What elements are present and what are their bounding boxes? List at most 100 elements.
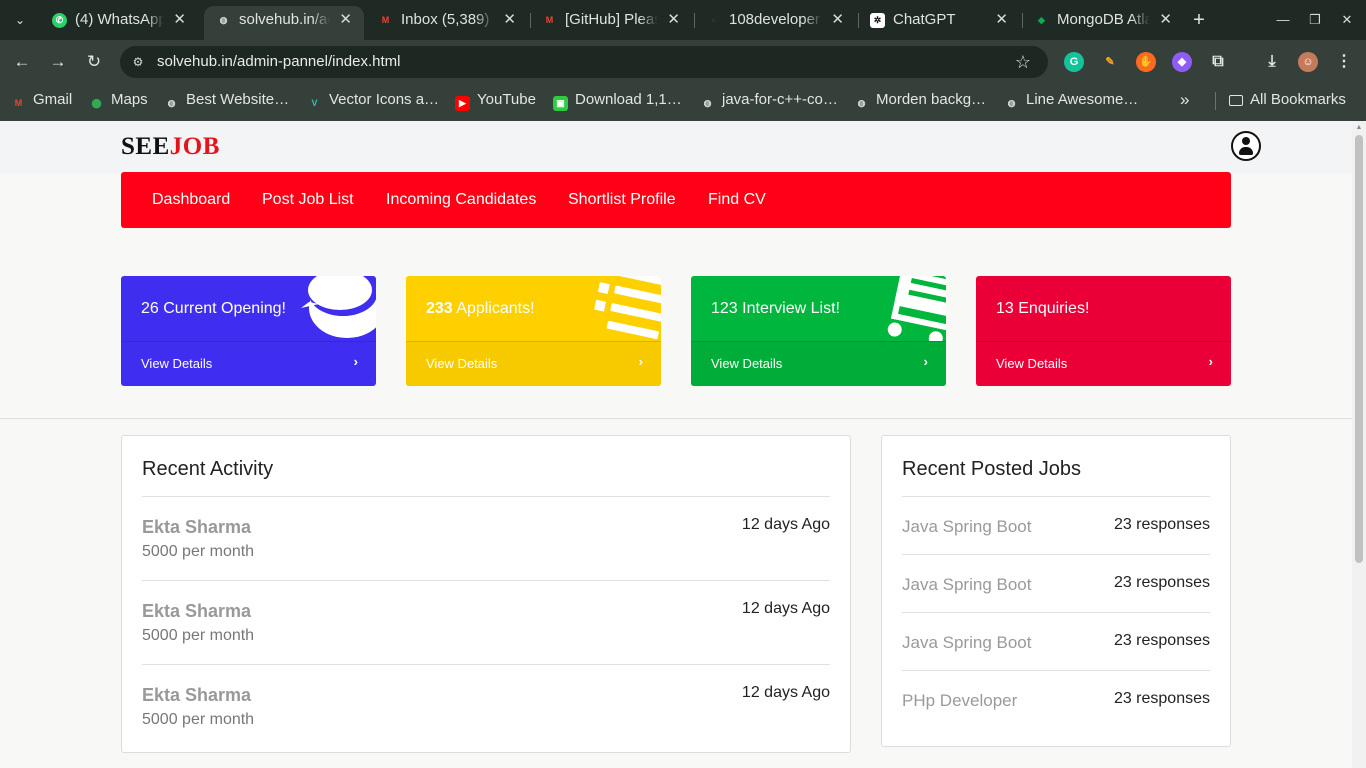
profile-avatar[interactable]: ☺ xyxy=(1298,52,1318,72)
bookmark-star-icon[interactable]: ☆ xyxy=(1012,51,1034,73)
card-count: 123 xyxy=(711,300,738,317)
page-scrollbar[interactable]: ▲ xyxy=(1352,121,1366,768)
job-title[interactable]: PHp Developer xyxy=(902,691,1017,711)
tab-search-chevron-icon[interactable]: ⌄ xyxy=(8,8,32,32)
card-label: Current Opening! xyxy=(163,300,286,317)
bookmark-download[interactable]: ▣ Download 1,1… xyxy=(553,84,682,116)
address-bar[interactable]: ⚙ solvehub.in/admin-pannel/index.html ☆ xyxy=(120,46,1048,78)
site-logo[interactable]: SEEJOB xyxy=(121,133,220,161)
bookmark-vector-icons[interactable]: V Vector Icons a… xyxy=(307,84,439,116)
activity-time: 12 days Ago xyxy=(741,600,830,617)
globe-icon: ◍ xyxy=(167,98,176,108)
activity-detail: 5000 per month xyxy=(142,711,255,728)
bookmark-line-awesome[interactable]: ◍ Line Awesome… xyxy=(1004,84,1139,116)
card-footer[interactable]: View Details › xyxy=(406,341,661,386)
job-title[interactable]: Java Spring Boot xyxy=(902,517,1031,537)
job-responses: 23 responses xyxy=(1113,516,1210,533)
bookmark-morden-background[interactable]: ◍ Morden backg… xyxy=(854,84,987,116)
card-count: 13 xyxy=(996,300,1014,317)
close-tab-icon[interactable]: ✕ xyxy=(173,6,186,34)
download-icon[interactable]: ⤓ xyxy=(1262,52,1282,72)
bookmark-youtube[interactable]: ▶ YouTube xyxy=(455,84,536,116)
extension-gem-icon[interactable]: ◆ xyxy=(1172,52,1192,72)
nav-incoming-candidates[interactable]: Incoming Candidates xyxy=(386,172,536,228)
job-responses: 23 responses xyxy=(1113,632,1210,649)
extensions-puzzle-icon[interactable]: ⧉ xyxy=(1208,52,1228,72)
gmail-icon: M xyxy=(14,98,23,108)
card-footer[interactable]: View Details › xyxy=(121,341,376,386)
close-tab-icon[interactable]: ✕ xyxy=(667,6,680,34)
view-details-link[interactable]: View Details xyxy=(996,356,1067,371)
close-tab-icon[interactable]: ✕ xyxy=(995,6,1008,34)
job-title[interactable]: Java Spring Boot xyxy=(902,575,1031,595)
tab-solvehub[interactable]: ◍ solvehub.in/admin-pannel/index.html ✕ xyxy=(204,6,364,40)
reload-icon[interactable]: ↻ xyxy=(83,51,105,73)
card-footer[interactable]: View Details › xyxy=(691,341,946,386)
close-tab-icon[interactable]: ✕ xyxy=(503,6,516,34)
tab-title: [GitHub] Please xyxy=(565,11,658,28)
minimize-icon[interactable]: — xyxy=(1273,10,1293,30)
extension-hand-icon[interactable]: ✋ xyxy=(1136,52,1156,72)
bookmark-maps[interactable]: ⬤ Maps xyxy=(89,84,148,116)
card-footer[interactable]: View Details › xyxy=(976,341,1231,386)
stat-card-interviews[interactable]: 123 Interview List! View Details › xyxy=(691,276,946,386)
site-settings-icon[interactable]: ⚙ xyxy=(128,52,148,72)
close-window-icon[interactable]: ✕ xyxy=(1337,10,1357,30)
activity-name[interactable]: Ekta Sharma xyxy=(142,685,251,706)
back-arrow-icon[interactable]: ← xyxy=(11,51,33,73)
chevron-right-icon: › xyxy=(638,354,643,369)
bookmark-java-for-cpp[interactable]: ◍ java-for-c++-co… xyxy=(700,84,838,116)
stat-card-applicants[interactable]: 233 Applicants! View Details › xyxy=(406,276,661,386)
bookmark-label: YouTube xyxy=(477,91,536,108)
activity-name[interactable]: Ekta Sharma xyxy=(142,517,251,538)
user-account-icon[interactable] xyxy=(1231,131,1261,161)
view-details-link[interactable]: View Details xyxy=(711,356,782,371)
tab-inbox[interactable]: M Inbox (5,389) ✕ xyxy=(366,6,528,34)
tab-whatsapp[interactable]: ✆ (4) WhatsApp ✕ xyxy=(40,6,198,34)
folder-icon xyxy=(1229,95,1243,106)
nav-dashboard[interactable]: Dashboard xyxy=(152,172,230,228)
maximize-icon[interactable]: ❐ xyxy=(1305,10,1325,30)
bookmarks-overflow-icon[interactable]: » xyxy=(1180,84,1189,116)
page-content: SEEJOB Dashboard Post Job List Incoming … xyxy=(0,121,1366,768)
nav-post-job-list[interactable]: Post Job List xyxy=(262,172,354,228)
activity-name[interactable]: Ekta Sharma xyxy=(142,601,251,622)
tab-title: (4) WhatsApp xyxy=(75,11,164,28)
color-picker-icon[interactable]: ✎ xyxy=(1100,52,1120,72)
nav-find-cv[interactable]: Find CV xyxy=(708,172,766,228)
tab-108developer[interactable]: ● 108developer ✕ xyxy=(694,6,856,34)
grammarly-icon[interactable]: G xyxy=(1064,52,1084,72)
view-details-link[interactable]: View Details xyxy=(426,356,497,371)
divider xyxy=(142,580,830,581)
close-tab-icon[interactable]: ✕ xyxy=(831,6,844,34)
tab-chatgpt[interactable]: ✲ ChatGPT ✕ xyxy=(858,6,1020,34)
address-bar-url[interactable]: solvehub.in/admin-pannel/index.html xyxy=(157,46,400,78)
card-title: 13 Enquiries! xyxy=(996,300,1089,318)
all-bookmarks-label: All Bookmarks xyxy=(1250,91,1346,108)
stat-card-openings[interactable]: 26 Current Opening! View Details › xyxy=(121,276,376,386)
bookmark-label: Download 1,1… xyxy=(575,91,682,108)
card-title: 123 Interview List! xyxy=(711,300,840,318)
menu-kebab-icon[interactable]: ⋮ xyxy=(1334,52,1354,72)
forward-arrow-icon[interactable]: → xyxy=(47,51,69,73)
bookmark-gmail[interactable]: M Gmail xyxy=(11,84,72,116)
new-tab-button[interactable]: + xyxy=(1188,8,1210,32)
youtube-icon: ▶ xyxy=(455,96,470,111)
activity-time: 12 days Ago xyxy=(741,684,830,701)
nav-shortlist-profile[interactable]: Shortlist Profile xyxy=(568,172,676,228)
close-tab-icon[interactable]: ✕ xyxy=(339,6,352,34)
tab-github-email[interactable]: M [GitHub] Please ✕ xyxy=(530,6,692,34)
tab-title: Inbox (5,389) xyxy=(401,11,490,28)
bookmark-label: Maps xyxy=(111,91,148,108)
card-label: Interview List! xyxy=(742,300,840,317)
scroll-up-arrow-icon[interactable]: ▲ xyxy=(1355,124,1363,132)
stat-card-enquiries[interactable]: 13 Enquiries! View Details › xyxy=(976,276,1231,386)
job-responses: 23 responses xyxy=(1113,690,1210,707)
view-details-link[interactable]: View Details xyxy=(141,356,212,371)
all-bookmarks-button[interactable]: All Bookmarks xyxy=(1229,84,1346,116)
job-title[interactable]: Java Spring Boot xyxy=(902,633,1031,653)
scrollbar-thumb[interactable] xyxy=(1355,135,1363,563)
close-tab-icon[interactable]: ✕ xyxy=(1159,6,1172,34)
bookmark-best-website[interactable]: ◍ Best Website… xyxy=(164,84,290,116)
tab-mongodb[interactable]: ◆ MongoDB Atlas ✕ xyxy=(1022,6,1184,34)
